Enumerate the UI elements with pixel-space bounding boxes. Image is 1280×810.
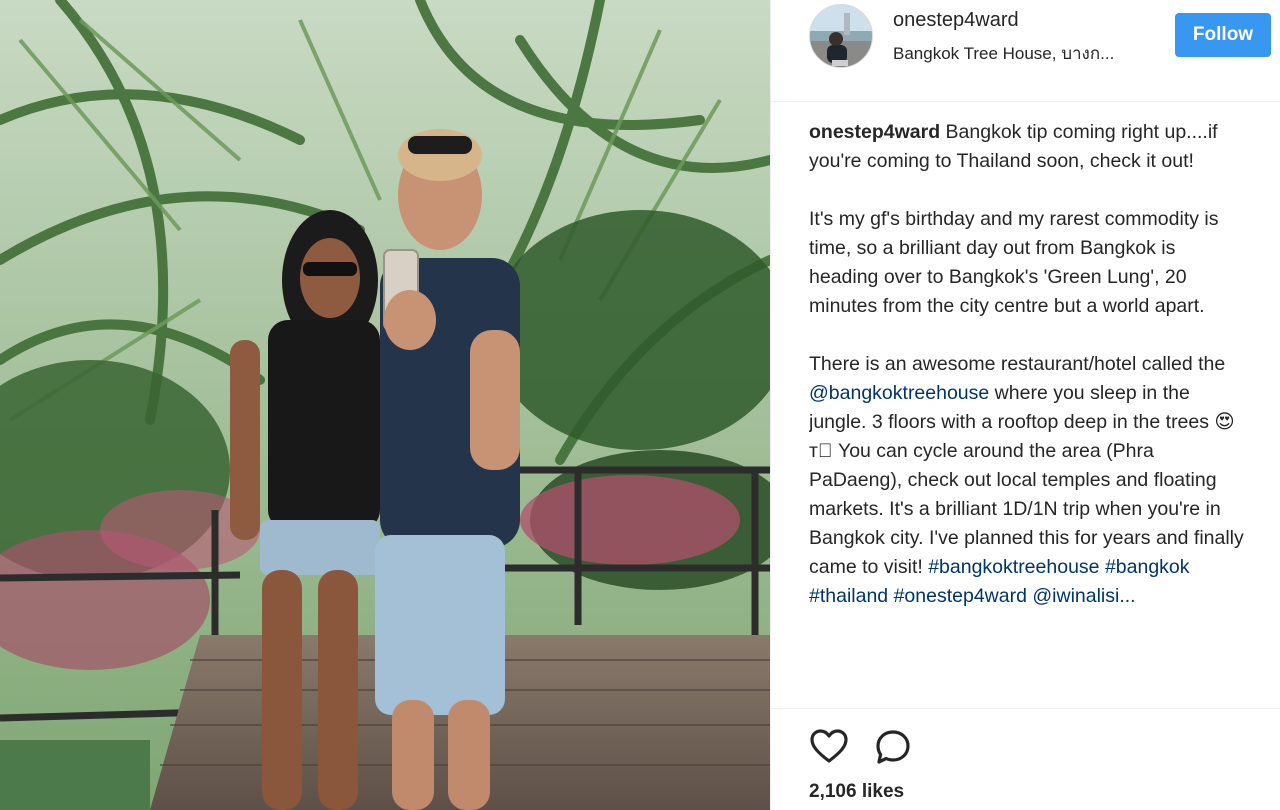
caption-paragraph-3: There is an awesome restaurant/hotel cal… — [809, 350, 1249, 611]
caption-text-3a: There is an awesome restaurant/hotel cal… — [809, 353, 1226, 375]
heart-outline-icon — [810, 729, 848, 763]
post-sidebar: onestep4ward Bangkok Tree House, บางก...… — [770, 0, 1280, 810]
avatar[interactable] — [809, 4, 873, 68]
post-actions-bar: 2,106 likes — [771, 708, 1280, 810]
hashtag-link[interactable]: #bangkok — [1105, 556, 1190, 578]
post-photo[interactable] — [0, 0, 770, 810]
hashtag-link[interactable]: #thailand — [809, 585, 888, 607]
post-caption: onestep4ward Bangkok tip coming right up… — [809, 118, 1249, 708]
follow-button[interactable]: Follow — [1175, 13, 1271, 57]
post-header: onestep4ward Bangkok Tree House, บางก...… — [771, 0, 1280, 102]
like-button[interactable] — [809, 727, 849, 767]
caption-text-3b: where you sleep in the jungle. 3 floors … — [809, 382, 1244, 578]
hashtag-link[interactable]: #bangkoktreehouse — [928, 556, 1099, 578]
post-location[interactable]: Bangkok Tree House, บางก... — [893, 40, 1114, 67]
comment-button[interactable] — [873, 727, 913, 767]
avatar-image-icon — [810, 5, 872, 67]
post-author-username[interactable]: onestep4ward — [893, 9, 1019, 32]
comment-bubble-icon — [876, 730, 910, 764]
caption-fade-overlay — [809, 694, 1249, 708]
caption-username[interactable]: onestep4ward — [809, 121, 940, 143]
hashtag-link[interactable]: #onestep4ward — [894, 585, 1027, 607]
post-photo-illustration — [0, 0, 770, 810]
caption-paragraph-1: onestep4ward Bangkok tip coming right up… — [809, 118, 1249, 176]
likes-count[interactable]: 2,106 likes — [809, 781, 904, 803]
caption-paragraph-2: It's my gf's birthday and my rarest comm… — [809, 208, 1219, 317]
mention-link[interactable]: @bangkoktreehouse — [809, 382, 989, 404]
mention-link[interactable]: @iwinalisi... — [1032, 585, 1135, 607]
